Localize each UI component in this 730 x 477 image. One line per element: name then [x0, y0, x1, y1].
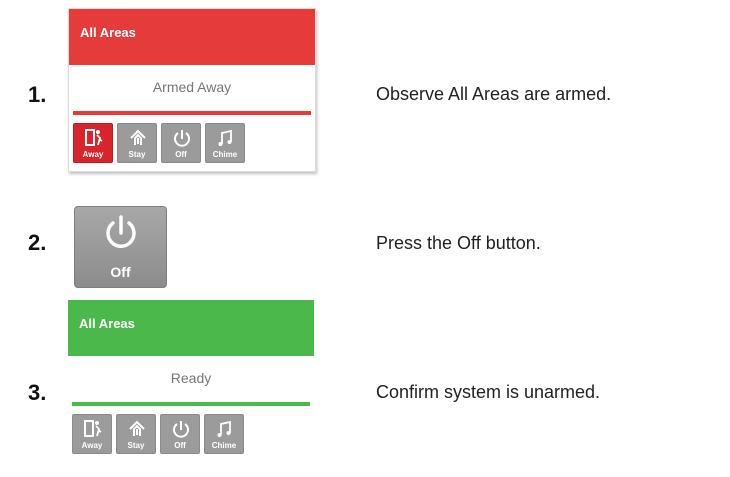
panel-ready: All Areas Ready Away Stay Off Chime — [68, 300, 314, 454]
step-2-text: Press the Off button. — [376, 233, 541, 253]
off-button-small[interactable]: Off — [161, 123, 201, 163]
off-button-label: Off — [174, 441, 186, 450]
chime-button-label: Chime — [211, 441, 237, 450]
off-button[interactable]: Off — [74, 206, 167, 288]
panel-armed-button-row: Away Stay Off Chime — [69, 115, 315, 171]
panel-armed: All Areas Armed Away Away Stay Off Chime — [68, 8, 316, 172]
off-button-small[interactable]: Off — [160, 414, 200, 454]
step-1-text: Observe All Areas are armed. — [376, 84, 612, 104]
panel-armed-status: Armed Away — [152, 79, 232, 95]
away-button[interactable]: Away — [73, 123, 113, 163]
away-button-label: Away — [82, 150, 104, 159]
chime-button[interactable]: Chime — [205, 123, 245, 163]
stay-button[interactable]: Stay — [116, 414, 156, 454]
chime-button[interactable]: Chime — [204, 414, 244, 454]
off-button-label: Off — [175, 150, 187, 159]
stay-house-icon — [130, 129, 146, 145]
chime-note-icon — [217, 420, 231, 437]
step-3-number: 3. — [28, 380, 47, 405]
stay-button-label: Stay — [128, 150, 146, 159]
away-button[interactable]: Away — [72, 414, 112, 454]
stay-button-label: Stay — [127, 441, 145, 450]
panel-armed-header: All Areas — [69, 9, 315, 65]
step-3-text: Confirm system is unarmed. — [376, 382, 601, 402]
off-button-label: Off — [110, 264, 131, 280]
away-door-icon — [85, 129, 103, 146]
step-1-number: 1. — [28, 82, 47, 107]
step-2-number: 2. — [28, 230, 47, 255]
stay-button[interactable]: Stay — [117, 123, 157, 163]
power-icon — [106, 215, 136, 248]
stay-house-icon — [129, 420, 145, 436]
power-icon — [174, 130, 190, 147]
away-door-icon — [84, 420, 102, 437]
power-icon — [173, 421, 189, 438]
panel-ready-header: All Areas — [68, 300, 314, 356]
panel-ready-status: Ready — [170, 370, 212, 386]
panel-ready-button-row: Away Stay Off Chime — [68, 406, 314, 454]
chime-note-icon — [218, 129, 232, 146]
away-button-label: Away — [81, 441, 103, 450]
chime-button-label: Chime — [212, 150, 238, 159]
